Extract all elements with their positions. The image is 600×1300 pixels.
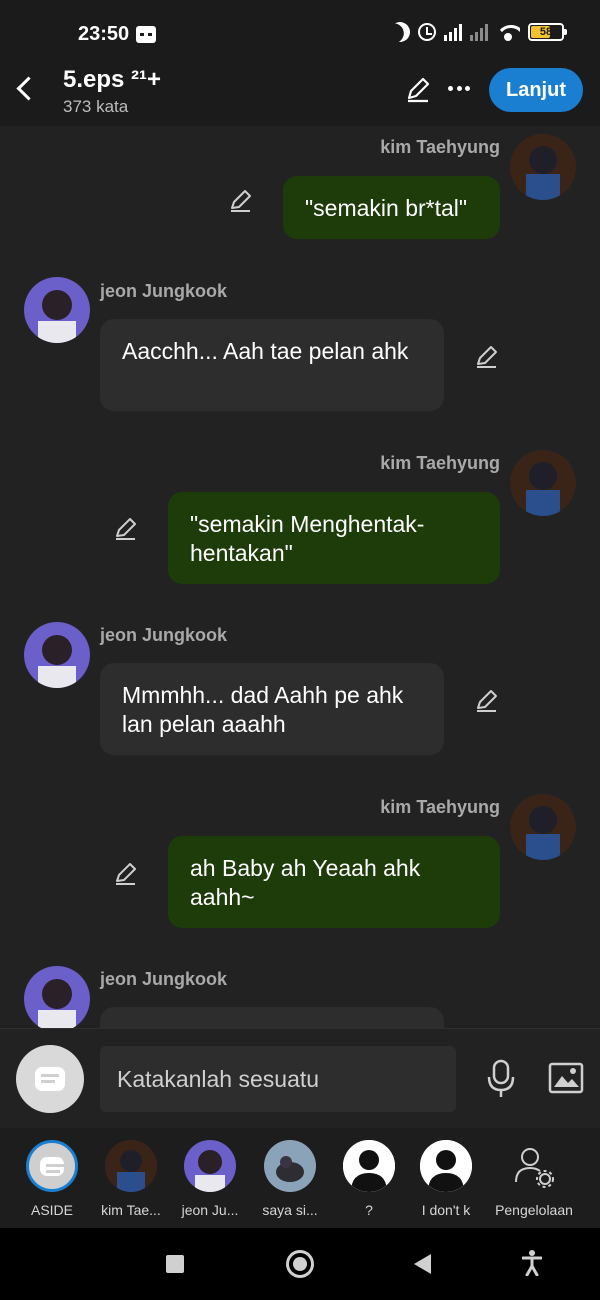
message-bubble[interactable]: "semakin Menghentak-hentakan" <box>168 492 500 584</box>
home-button[interactable] <box>286 1250 314 1278</box>
signal-icon <box>444 23 462 41</box>
continue-button[interactable]: Lanjut <box>489 68 583 112</box>
character-label: ? <box>365 1202 373 1218</box>
avatar-jeon-jungkook[interactable] <box>24 966 90 1028</box>
edit-message-icon[interactable] <box>474 344 500 370</box>
character-label: jeon Ju... <box>181 1202 239 1218</box>
recents-button[interactable] <box>166 1255 184 1273</box>
edit-message-icon[interactable] <box>228 188 254 214</box>
avatar-kim-taehyung[interactable] <box>510 134 576 200</box>
story-header: 5.eps ²¹+ 373 kata Lanjut <box>0 62 600 126</box>
message-notification-icon <box>136 26 156 43</box>
system-nav-bar <box>0 1228 600 1300</box>
character-label: Pengelolaan <box>495 1202 573 1218</box>
avatar <box>184 1140 236 1192</box>
status-bar: 23:50 58 <box>0 0 600 62</box>
character-saya[interactable]: saya si... <box>250 1140 330 1218</box>
status-icons: 58 <box>390 22 567 42</box>
edit-icon[interactable] <box>404 76 432 104</box>
message-bubble[interactable]: Aacchh... Aah tae pelan ahk <box>100 319 444 411</box>
avatar-kim-taehyung[interactable] <box>510 450 576 516</box>
default-avatar-icon <box>420 1140 472 1192</box>
wifi-icon <box>496 23 520 41</box>
edit-message-icon[interactable] <box>113 516 139 542</box>
chat-list[interactable]: kim Taehyung "semakin br*tal" jeon Jungk… <box>0 126 600 1028</box>
avatar-jeon-jungkook[interactable] <box>24 277 90 343</box>
default-avatar-icon <box>343 1140 395 1192</box>
battery-level: 58 <box>539 26 553 38</box>
sender-name: jeon Jungkook <box>100 969 228 989</box>
alarm-icon <box>418 23 436 41</box>
message-bubble[interactable] <box>100 1007 444 1028</box>
character-kim-taehyung[interactable]: kim Tae... <box>91 1140 171 1218</box>
character-label: kim Tae... <box>101 1202 161 1218</box>
do-not-disturb-icon <box>386 18 413 45</box>
image-icon[interactable] <box>548 1062 584 1094</box>
sender-name: jeon Jungkook <box>100 281 228 301</box>
sender-name: jeon Jungkook <box>100 625 228 645</box>
person-settings-icon <box>515 1148 554 1188</box>
status-time: 23:50 <box>78 23 130 45</box>
character-i-dont-know[interactable]: I don't k <box>406 1140 486 1218</box>
character-label: saya si... <box>262 1202 318 1218</box>
character-bar: ASIDE kim Tae... jeon Ju... saya si... ?… <box>0 1128 600 1228</box>
chat-bubble-icon <box>40 1156 64 1176</box>
message-input[interactable] <box>100 1046 456 1112</box>
avatar <box>264 1140 316 1192</box>
avatar-jeon-jungkook[interactable] <box>24 622 90 688</box>
accessibility-icon[interactable] <box>522 1250 542 1276</box>
sender-name: kim Taehyung <box>380 137 500 157</box>
sender-name: kim Taehyung <box>380 453 500 473</box>
character-unknown[interactable]: ? <box>329 1140 409 1218</box>
signal-2-icon <box>470 23 488 41</box>
aside-avatar <box>26 1140 78 1192</box>
character-label: I don't k <box>421 1202 471 1218</box>
more-options-button[interactable] <box>448 86 470 92</box>
message-bubble[interactable]: "semakin br*tal" <box>283 176 500 239</box>
manage-characters-button[interactable]: Pengelolaan <box>494 1140 574 1218</box>
sender-name: kim Taehyung <box>380 797 500 817</box>
microphone-icon[interactable] <box>486 1059 516 1099</box>
character-aside[interactable]: ASIDE <box>12 1140 92 1218</box>
word-count: 373 kata <box>63 97 129 116</box>
avatar <box>105 1140 157 1192</box>
avatar-kim-taehyung[interactable] <box>510 794 576 860</box>
message-bubble[interactable]: Mmmhh... dad Aahh pe ahk lan pelan aaahh <box>100 663 444 755</box>
chat-bubble-icon <box>35 1067 65 1091</box>
edit-message-icon[interactable] <box>474 688 500 714</box>
edit-message-icon[interactable] <box>113 861 139 887</box>
composer <box>0 1028 600 1128</box>
character-label: ASIDE <box>30 1202 73 1218</box>
back-button[interactable] <box>14 78 36 100</box>
episode-title: 5.eps ²¹+ <box>63 66 162 93</box>
aside-button[interactable] <box>16 1045 84 1113</box>
battery-icon: 58 <box>528 23 567 41</box>
character-jeon-jungkook[interactable]: jeon Ju... <box>170 1140 250 1218</box>
back-nav-button[interactable] <box>414 1254 431 1274</box>
message-bubble[interactable]: ah Baby ah Yeaah ahk aahh~ <box>168 836 500 928</box>
